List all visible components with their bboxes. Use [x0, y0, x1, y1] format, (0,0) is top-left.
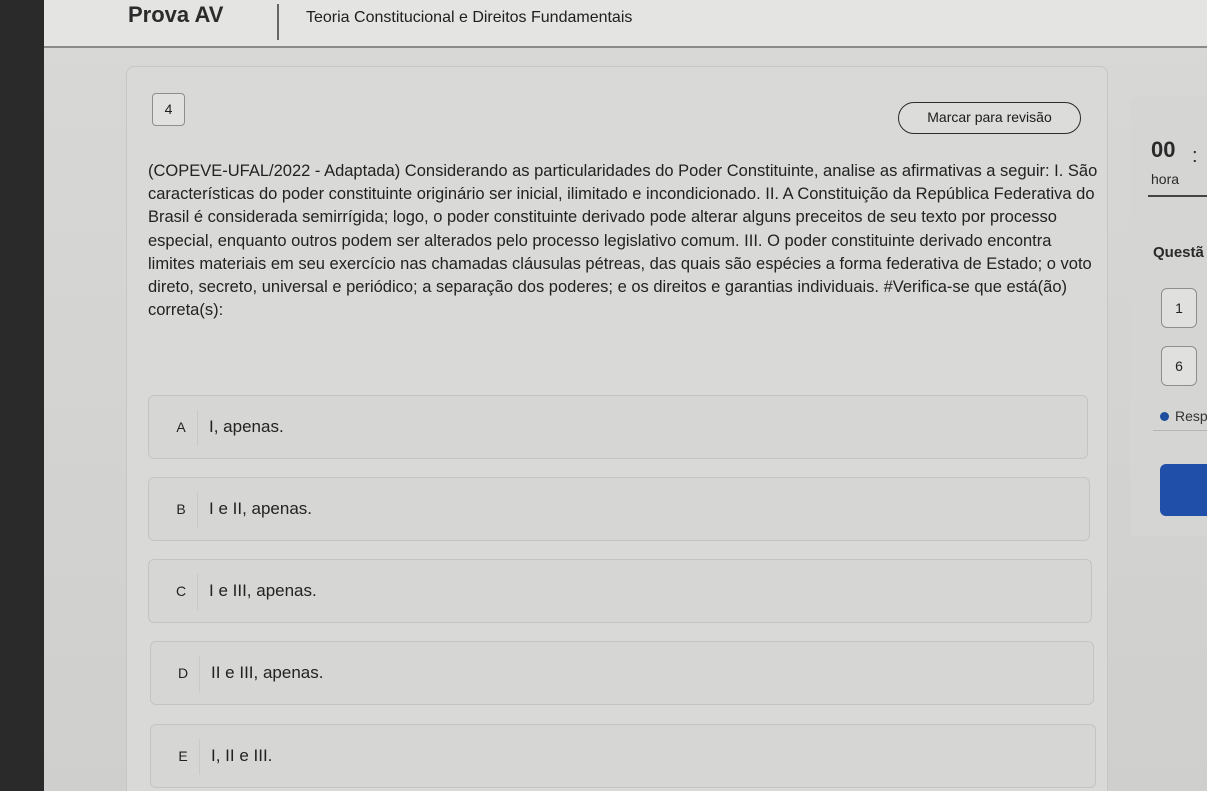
option-e[interactable]: E I, II e III.: [150, 724, 1096, 788]
primary-action-button[interactable]: [1160, 464, 1207, 516]
legend-label: Resp: [1175, 408, 1207, 424]
timer-underline: [1148, 195, 1207, 197]
option-letter: B: [176, 501, 186, 517]
question-number: 4: [152, 93, 185, 126]
option-divider: [199, 739, 200, 775]
option-letter: A: [176, 419, 186, 435]
header-divider: [277, 4, 279, 40]
option-text: I e III, apenas.: [209, 581, 317, 600]
questions-label: Questã: [1153, 244, 1204, 261]
option-divider: [199, 656, 200, 692]
answered-legend-dot-icon: [1160, 412, 1169, 421]
option-divider: [197, 492, 198, 528]
option-text: I e II, apenas.: [209, 499, 313, 518]
question-text: (COPEVE-UFAL/2022 - Adaptada) Consideran…: [148, 162, 1098, 320]
option-letter: D: [177, 665, 189, 681]
course-title: Teoria Constitucional e Direitos Fundame…: [306, 9, 633, 26]
option-letter: C: [175, 583, 187, 599]
question-nav-1[interactable]: 1: [1161, 288, 1197, 328]
option-a[interactable]: A I, apenas.: [148, 395, 1088, 459]
option-text: II e III, apenas.: [211, 663, 324, 682]
option-letter: E: [178, 748, 188, 764]
option-divider: [197, 574, 198, 610]
header-bar: Prova AV Teoria Constitucional e Direito…: [44, 0, 1207, 48]
timer-unit-label: hora: [1151, 171, 1180, 187]
timer-separator: :: [1192, 145, 1198, 167]
timer-hours: 00: [1151, 137, 1176, 162]
option-c[interactable]: C I e III, apenas.: [148, 559, 1092, 623]
option-b[interactable]: B I e II, apenas.: [148, 477, 1090, 541]
option-d[interactable]: D II e III, apenas.: [150, 641, 1094, 705]
question-nav-6[interactable]: 6: [1161, 346, 1197, 386]
option-text: I, apenas.: [209, 417, 284, 436]
option-text: I, II e III.: [211, 746, 273, 765]
option-divider: [197, 410, 198, 446]
screen-bezel: [0, 0, 44, 791]
legend-divider: [1153, 430, 1207, 431]
app-title: Prova AV: [128, 2, 224, 27]
mark-for-review-button[interactable]: Marcar para revisão: [898, 102, 1081, 134]
